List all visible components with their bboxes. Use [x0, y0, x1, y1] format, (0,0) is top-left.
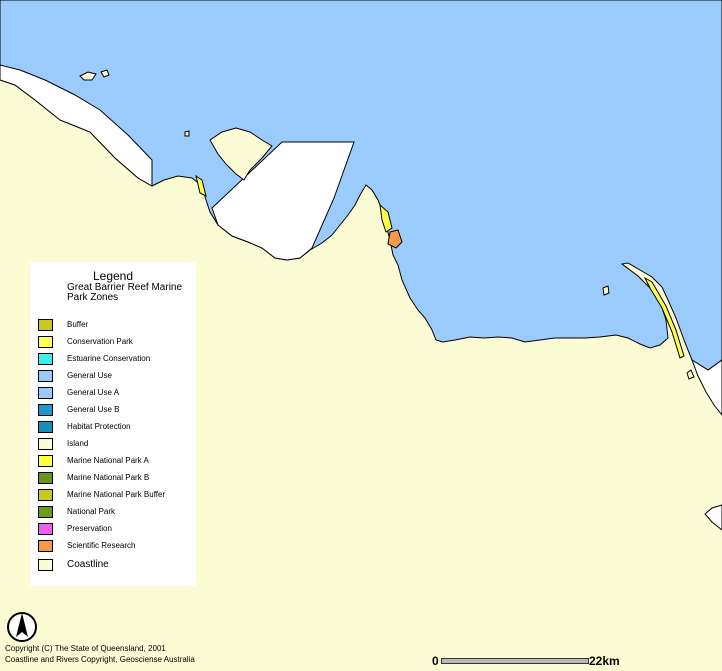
scale-zero-label: 0 [432, 654, 439, 668]
legend-item-label: General Use A [67, 388, 120, 397]
legend-item: Estuarine Conservation [38, 353, 194, 367]
legend-swatch [38, 438, 53, 450]
legend-swatch [38, 489, 53, 501]
legend-subtitle: Great Barrier Reef Marine Park Zones [67, 282, 183, 303]
legend-swatch [38, 336, 53, 348]
legend-item: Scientific Research [38, 540, 194, 554]
north-arrow-icon [6, 610, 38, 644]
legend-item-label: Habitat Protection [67, 422, 131, 431]
legend-item-label: General Use [67, 371, 112, 380]
copyright-line-1: Copyright (C) The State of Queensland, 2… [5, 644, 166, 653]
legend-item-label: Marine National Park A [67, 456, 149, 465]
legend-swatch [38, 387, 53, 399]
legend-item: National Park [38, 506, 194, 520]
legend-item-label: National Park [67, 507, 116, 516]
legend-item-label: Island [67, 439, 89, 448]
legend-item: Preservation [38, 523, 194, 537]
legend-swatch [38, 472, 53, 484]
legend-item-label: Scientific Research [67, 541, 136, 550]
legend-title: Legend [92, 269, 134, 283]
legend-item-label: General Use B [67, 405, 120, 414]
legend-item-label: Estuarine Conservation [67, 354, 151, 363]
legend-item-label: Marine National Park B [67, 473, 150, 482]
legend-item: Marine National Park Buffer [38, 489, 194, 503]
legend-item: Island [38, 438, 194, 452]
legend-item-label: Buffer [67, 320, 89, 329]
legend-swatch [38, 319, 53, 331]
legend-panel: Legend Great Barrier Reef Marine Park Zo… [30, 262, 196, 586]
legend-item: Coastline [38, 559, 194, 573]
legend-swatch [38, 506, 53, 518]
scale-track [441, 658, 589, 664]
legend-item: General Use B [38, 404, 194, 418]
legend-item: Habitat Protection [38, 421, 194, 435]
legend-swatch [38, 455, 53, 467]
legend-item: General Use [38, 370, 194, 384]
legend-item-label: Conservation Park [67, 337, 133, 346]
legend-item: Marine National Park B [38, 472, 194, 486]
legend-item: General Use A [38, 387, 194, 401]
scale-bar: 0 22km [432, 654, 628, 668]
legend-item-label: Coastline [67, 559, 109, 570]
legend-swatch [38, 370, 53, 382]
legend-item-label: Preservation [67, 524, 112, 533]
legend-swatch [38, 353, 53, 365]
legend-swatch [38, 404, 53, 416]
copyright-notice: Copyright (C) The State of Queensland, 2… [5, 644, 195, 665]
legend-swatch [38, 421, 53, 433]
scale-max-label: 22km [589, 654, 620, 668]
legend-item: Marine National Park A [38, 455, 194, 469]
island-small-e [184, 130, 190, 137]
legend-swatch [38, 559, 53, 571]
legend-swatch [38, 540, 53, 552]
legend-item: Buffer [38, 319, 194, 333]
island-small-c [602, 285, 610, 296]
legend-item: Conservation Park [38, 336, 194, 350]
copyright-line-2: Coastline and Rivers Copyright, Geoscien… [5, 654, 195, 664]
legend-item-label: Marine National Park Buffer [67, 490, 166, 499]
legend-swatch [38, 523, 53, 535]
